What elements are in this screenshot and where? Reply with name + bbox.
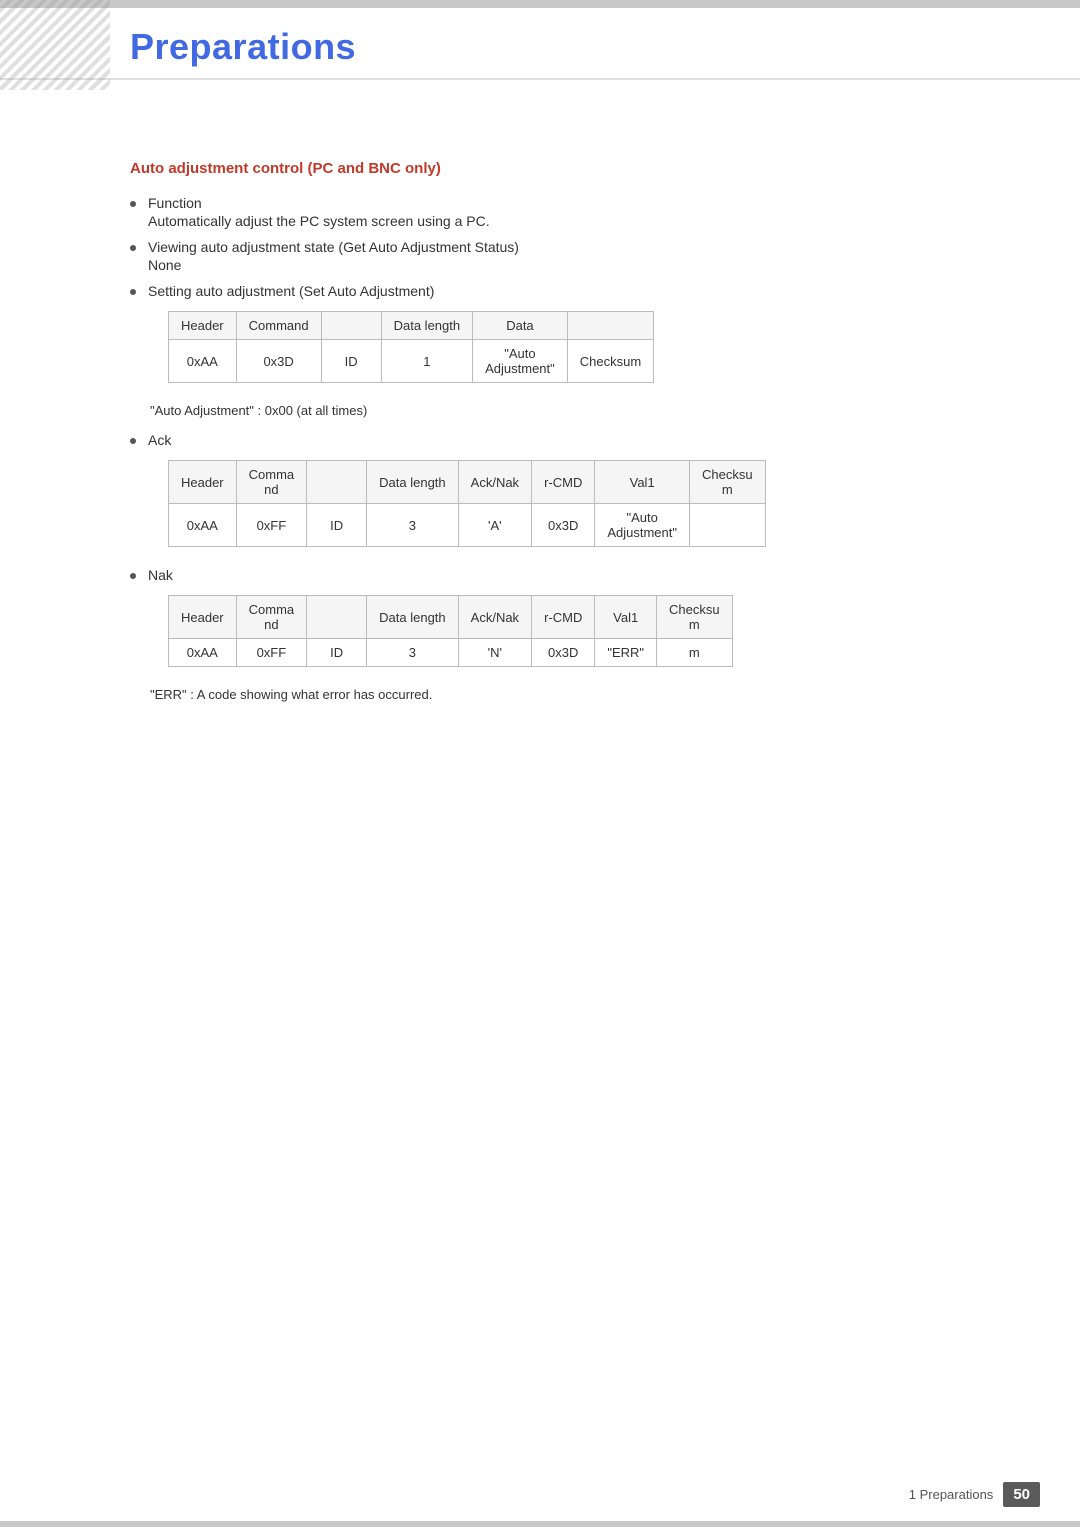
table-cell: 'A' xyxy=(458,504,531,547)
table-cell: 0xFF xyxy=(236,504,307,547)
list-item: Nak Header Command Data length Ack/Nak xyxy=(130,567,950,677)
table-cell: "AutoAdjustment" xyxy=(595,504,690,547)
bullet-sub-text: Automatically adjust the PC system scree… xyxy=(148,213,950,229)
table-header-cell: Checksum xyxy=(657,596,733,639)
ack-table-wrapper: Header Command Data length Ack/Nak r-CMD… xyxy=(168,460,950,547)
setting-table: Header Command Data length Data xyxy=(168,311,654,383)
list-item: Ack Header Command Data length Ack/Nak xyxy=(130,432,950,557)
header-area: Preparations xyxy=(0,8,1080,80)
table-cell: 0xAA xyxy=(169,639,237,667)
table-header-cell: Data length xyxy=(367,461,459,504)
list-item: Viewing auto adjustment state (Get Auto … xyxy=(130,239,950,273)
table-cell: ID xyxy=(307,639,367,667)
bottom-decoration-bar xyxy=(0,1521,1080,1527)
table-header-cell: Val1 xyxy=(595,461,690,504)
ack-label: Ack xyxy=(148,432,950,448)
bullet-content: Function Automatically adjust the PC sys… xyxy=(148,195,950,229)
table-cell: Checksum xyxy=(567,340,653,383)
table-cell: 3 xyxy=(367,639,459,667)
ack-bullet-list: Ack Header Command Data length Ack/Nak xyxy=(130,432,950,677)
footer-section-label: 1 Preparations xyxy=(909,1487,994,1502)
footer: 1 Preparations 50 xyxy=(0,1482,1080,1507)
bullet-main-text: Setting auto adjustment (Set Auto Adjust… xyxy=(148,283,950,299)
table-header-cell xyxy=(321,312,381,340)
table-header-cell: Header xyxy=(169,596,237,639)
table-cell: "AutoAdjustment" xyxy=(473,340,568,383)
footer-page-number: 50 xyxy=(1003,1482,1040,1507)
bullet-sub-text: None xyxy=(148,257,950,273)
table-cell: 0xAA xyxy=(169,504,237,547)
table-header-cell: Ack/Nak xyxy=(458,461,531,504)
table-header-cell: Checksum xyxy=(689,461,765,504)
top-decoration-bar xyxy=(0,0,1080,8)
setting-table-wrapper: Header Command Data length Data xyxy=(168,311,950,383)
table-header-cell: Data xyxy=(473,312,568,340)
table-cell: 0xFF xyxy=(236,639,307,667)
table-cell: 1 xyxy=(381,340,473,383)
table-header-cell: Command xyxy=(236,596,307,639)
table-header-cell: Data length xyxy=(367,596,459,639)
bullet-dot-icon xyxy=(130,438,136,444)
table-cell: ID xyxy=(321,340,381,383)
table-cell: 3 xyxy=(367,504,459,547)
nak-table-wrapper: Header Command Data length Ack/Nak r-CMD… xyxy=(168,595,950,667)
page-title: Preparations xyxy=(130,26,950,68)
bullet-content: Viewing auto adjustment state (Get Auto … xyxy=(148,239,950,273)
bullet-main-text: Function xyxy=(148,195,950,211)
table-header-cell xyxy=(307,596,367,639)
bullet-dot-icon xyxy=(130,201,136,207)
bullet-content: Ack Header Command Data length Ack/Nak xyxy=(148,432,950,557)
nak-table: Header Command Data length Ack/Nak r-CMD… xyxy=(168,595,733,667)
table-cell: 0x3D xyxy=(532,504,595,547)
table-header-cell: Header xyxy=(169,461,237,504)
table-cell: ID xyxy=(307,504,367,547)
table-cell: 0x3D xyxy=(532,639,595,667)
table-header-cell: r-CMD xyxy=(532,461,595,504)
note-text-2: "ERR" : A code showing what error has oc… xyxy=(150,687,950,702)
bullet-dot-icon xyxy=(130,289,136,295)
table-cell: m xyxy=(657,639,733,667)
bullet-list: Function Automatically adjust the PC sys… xyxy=(130,195,950,393)
list-item: Setting auto adjustment (Set Auto Adjust… xyxy=(130,283,950,393)
ack-table: Header Command Data length Ack/Nak r-CMD… xyxy=(168,460,766,547)
table-cell: "ERR" xyxy=(595,639,657,667)
top-accent-decoration xyxy=(0,0,110,90)
content-area: Auto adjustment control (PC and BNC only… xyxy=(0,160,1080,702)
table-header-cell: Header xyxy=(169,312,237,340)
table-header-cell: Data length xyxy=(381,312,473,340)
table-cell: 0xAA xyxy=(169,340,237,383)
table-cell: 'N' xyxy=(458,639,531,667)
nak-label: Nak xyxy=(148,567,950,583)
bullet-dot-icon xyxy=(130,245,136,251)
note-text-1: "Auto Adjustment" : 0x00 (at all times) xyxy=(150,403,950,418)
table-header-cell: Ack/Nak xyxy=(458,596,531,639)
page-wrapper: Preparations Auto adjustment control (PC… xyxy=(0,0,1080,1527)
bullet-dot-icon xyxy=(130,573,136,579)
table-header-cell xyxy=(567,312,653,340)
table-cell xyxy=(689,504,765,547)
table-header-cell: Command xyxy=(236,461,307,504)
table-cell: 0x3D xyxy=(236,340,321,383)
table-header-cell xyxy=(307,461,367,504)
bullet-content: Setting auto adjustment (Set Auto Adjust… xyxy=(148,283,950,393)
table-header-cell: Val1 xyxy=(595,596,657,639)
list-item: Function Automatically adjust the PC sys… xyxy=(130,195,950,229)
bullet-content: Nak Header Command Data length Ack/Nak xyxy=(148,567,950,677)
table-header-cell: r-CMD xyxy=(532,596,595,639)
section-title: Auto adjustment control (PC and BNC only… xyxy=(130,160,950,177)
bullet-main-text: Viewing auto adjustment state (Get Auto … xyxy=(148,239,950,255)
table-header-cell: Command xyxy=(236,312,321,340)
